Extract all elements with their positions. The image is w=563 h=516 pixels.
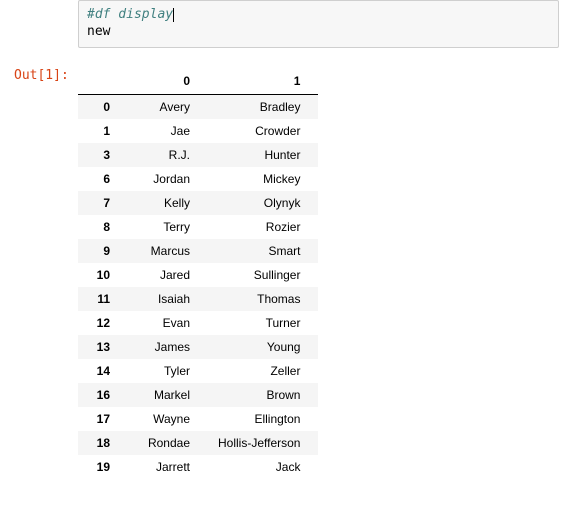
table-row: 10JaredSullinger — [78, 263, 318, 287]
code-line-1: #df display — [87, 7, 550, 24]
dataframe-table: 0 1 0AveryBradley1JaeCrowder3R.J.Hunter6… — [78, 68, 318, 479]
header-col-1: 1 — [208, 68, 318, 95]
row-index: 19 — [78, 455, 120, 479]
cell: Avery — [120, 94, 208, 119]
cell: Olynyk — [208, 191, 318, 215]
cell: Young — [208, 335, 318, 359]
cell: Jared — [120, 263, 208, 287]
row-index: 3 — [78, 143, 120, 167]
row-index: 1 — [78, 119, 120, 143]
cell: Kelly — [120, 191, 208, 215]
table-row: 8TerryRozier — [78, 215, 318, 239]
table-row: 6JordanMickey — [78, 167, 318, 191]
row-index: 14 — [78, 359, 120, 383]
cell: Mickey — [208, 167, 318, 191]
row-index: 9 — [78, 239, 120, 263]
cell: Brown — [208, 383, 318, 407]
row-index: 12 — [78, 311, 120, 335]
cell: Markel — [120, 383, 208, 407]
row-index: 16 — [78, 383, 120, 407]
table-row: 18RondaeHollis-Jefferson — [78, 431, 318, 455]
cell: Jordan — [120, 167, 208, 191]
table-row: 14TylerZeller — [78, 359, 318, 383]
cell: Terry — [120, 215, 208, 239]
row-index: 6 — [78, 167, 120, 191]
cell: Bradley — [208, 94, 318, 119]
cell: Crowder — [208, 119, 318, 143]
cell: Hollis-Jefferson — [208, 431, 318, 455]
cell: Zeller — [208, 359, 318, 383]
table-row: 16MarkelBrown — [78, 383, 318, 407]
output-prompt: Out[1]: — [14, 68, 69, 83]
table-row: 12EvanTurner — [78, 311, 318, 335]
row-index: 17 — [78, 407, 120, 431]
cell: Marcus — [120, 239, 208, 263]
code-comment: #df display — [87, 7, 173, 22]
cell: Sullinger — [208, 263, 318, 287]
cell: Wayne — [120, 407, 208, 431]
cell: Jae — [120, 119, 208, 143]
row-index: 7 — [78, 191, 120, 215]
cell: Smart — [208, 239, 318, 263]
table-row: 19JarrettJack — [78, 455, 318, 479]
cell: James — [120, 335, 208, 359]
cell: Jack — [208, 455, 318, 479]
cell: Jarrett — [120, 455, 208, 479]
cell: Hunter — [208, 143, 318, 167]
row-index: 13 — [78, 335, 120, 359]
cell: Rozier — [208, 215, 318, 239]
row-index: 10 — [78, 263, 120, 287]
cell: Ellington — [208, 407, 318, 431]
table-row: 9MarcusSmart — [78, 239, 318, 263]
text-cursor — [173, 8, 174, 22]
table-row: 13JamesYoung — [78, 335, 318, 359]
row-index: 8 — [78, 215, 120, 239]
row-index: 11 — [78, 287, 120, 311]
cell: Thomas — [208, 287, 318, 311]
table-row: 3R.J.Hunter — [78, 143, 318, 167]
table-row: 1JaeCrowder — [78, 119, 318, 143]
row-index: 18 — [78, 431, 120, 455]
table-row: 7KellyOlynyk — [78, 191, 318, 215]
row-index: 0 — [78, 94, 120, 119]
header-index — [78, 68, 120, 95]
table-row: 0AveryBradley — [78, 94, 318, 119]
cell: Isaiah — [120, 287, 208, 311]
header-col-0: 0 — [120, 68, 208, 95]
cell: Tyler — [120, 359, 208, 383]
cell: Rondae — [120, 431, 208, 455]
cell: R.J. — [120, 143, 208, 167]
table-row: 11IsaiahThomas — [78, 287, 318, 311]
code-line-2: new — [87, 24, 550, 41]
cell: Turner — [208, 311, 318, 335]
cell: Evan — [120, 311, 208, 335]
table-row: 17WayneEllington — [78, 407, 318, 431]
table-header-row: 0 1 — [78, 68, 318, 95]
code-cell[interactable]: #df display new — [78, 0, 559, 48]
output-area: 0 1 0AveryBradley1JaeCrowder3R.J.Hunter6… — [78, 68, 563, 479]
